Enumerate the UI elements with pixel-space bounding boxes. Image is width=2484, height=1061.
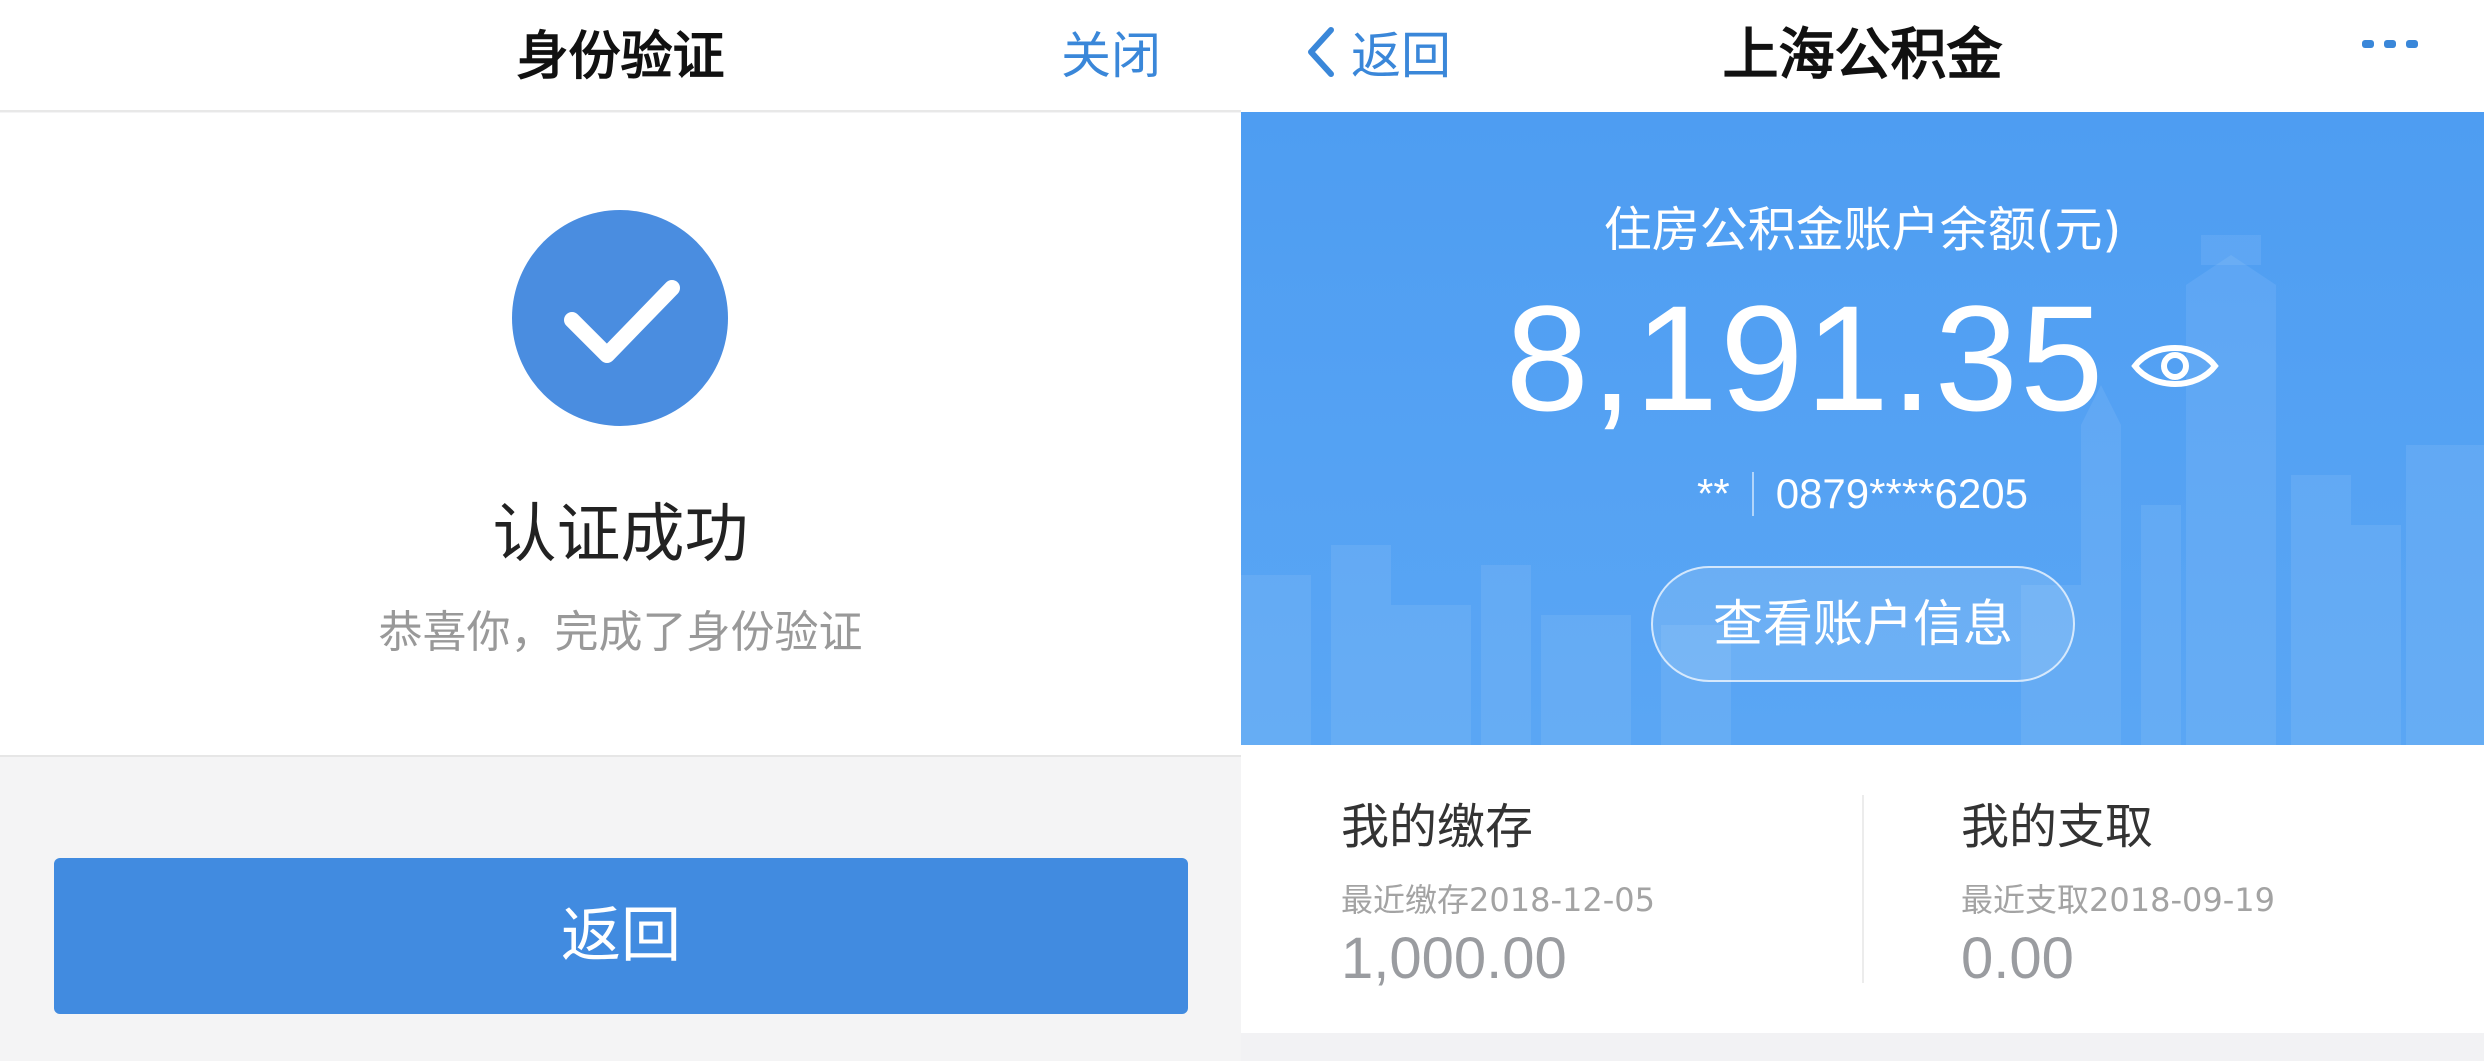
stats-panel: 我的缴存 最近缴存2018-12-05 1,000.00 我的支取 最近支取20… [1241,745,2484,1033]
withdraw-amount: 0.00 [1961,926,2074,991]
masked-name: ** [1697,470,1730,517]
page-title: 身份验证 [516,27,725,87]
more-dots-icon[interactable] [2360,30,2420,60]
close-button[interactable]: 关闭 [1061,16,1161,88]
withdraw-last-date: 最近支取2018-09-19 [1961,881,2275,919]
result-title: 认证成功 [492,498,749,572]
right-header: 返回 上海公积金 [1241,0,2484,112]
deposit-title: 我的缴存 [1341,799,1534,855]
page-title: 上海公积金 [1722,23,2003,88]
deposit-amount: 1,000.00 [1341,926,1567,991]
shanghai-housing-fund-screen: 返回 上海公积金 住房公积金账户余额(元) 8,191.35 ** 0879**… [1241,0,2484,1061]
deposit-last-date: 最近缴存2018-12-05 [1341,881,1655,919]
return-button[interactable]: 返回 [54,858,1188,1014]
withdraw-title: 我的支取 [1961,799,2154,855]
balance-card: 住房公积金账户余额(元) 8,191.35 ** 0879****6205 查看… [1241,112,2484,745]
balance-label: 住房公积金账户余额(元) [1603,202,2122,258]
result-subtitle: 恭喜你，完成了身份验证 [378,607,863,658]
deposit-card[interactable]: 我的缴存 最近缴存2018-12-05 1,000.00 [1341,745,1841,1033]
check-circle-icon [512,210,728,426]
view-account-info-button[interactable]: 查看账户信息 [1651,566,2075,682]
account-number: 0879****6205 [1775,470,2028,517]
left-header: 身份验证 关闭 [0,0,1241,112]
eye-icon[interactable] [2131,336,2220,396]
divider [1862,795,1864,983]
account-info-row: ** 0879****6205 [1241,470,2484,518]
identity-verification-screen: 身份验证 关闭 认证成功 恭喜你，完成了身份验证 返回 [0,0,1241,1061]
balance-row: 8,191.35 [1241,272,2484,445]
withdraw-card[interactable]: 我的支取 最近支取2018-09-19 0.00 [1961,745,2461,1033]
divider [1751,472,1754,516]
balance-amount: 8,191.35 [1505,274,2106,442]
verification-result: 认证成功 恭喜你，完成了身份验证 [0,113,1241,757]
